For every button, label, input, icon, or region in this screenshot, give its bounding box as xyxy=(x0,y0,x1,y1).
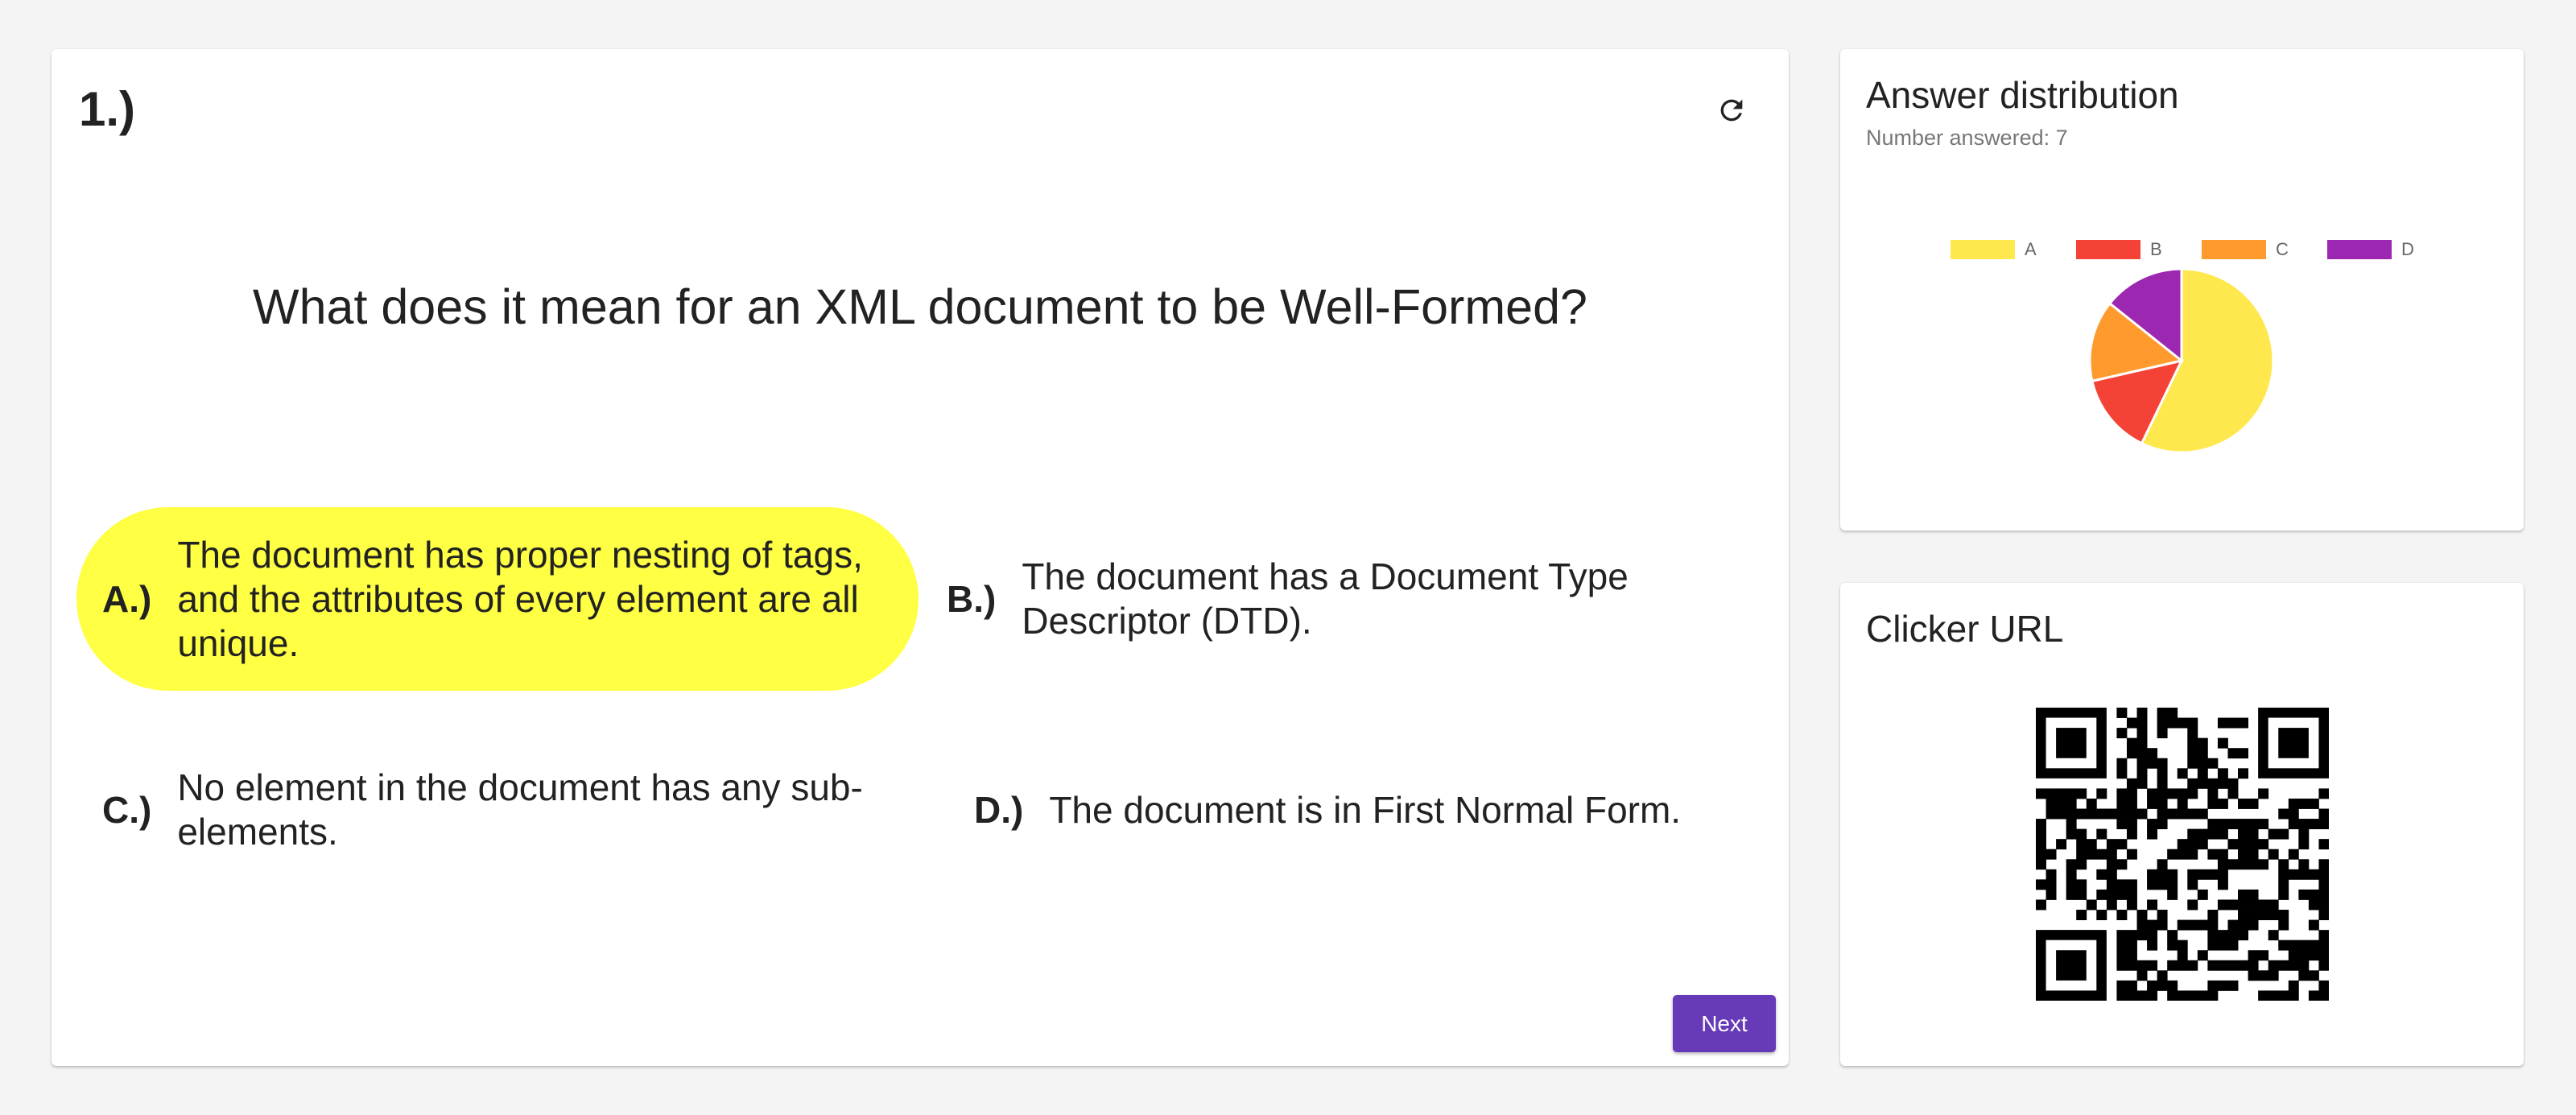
option-text: The document is in First Normal Form. xyxy=(1049,788,1682,831)
question-number: 1.) xyxy=(79,82,136,136)
answer-option-b[interactable]: B.) The document has a Document Type Des… xyxy=(947,507,1752,691)
clicker-url-card: Clicker URL xyxy=(1840,583,2524,1066)
pie-chart: A B C D xyxy=(1951,239,2414,454)
clicker-url-title: Clicker URL xyxy=(1866,608,2064,650)
legend-label-c: C xyxy=(2276,239,2289,259)
next-button[interactable]: Next xyxy=(1673,995,1776,1052)
legend-swatch-a[interactable] xyxy=(1951,240,2015,259)
option-letter: B.) xyxy=(947,578,997,620)
legend-label-a: A xyxy=(2025,239,2037,259)
refresh-icon xyxy=(1720,99,1743,122)
answer-option-d[interactable]: D.) The document is in First Normal Form… xyxy=(974,717,1779,902)
option-text: The document has proper nesting of tags,… xyxy=(177,533,863,664)
option-letter: A.) xyxy=(102,578,152,620)
legend-swatch-c[interactable] xyxy=(2202,240,2266,259)
legend-swatch-d[interactable] xyxy=(2327,240,2392,259)
option-letter: C.) xyxy=(102,789,152,831)
legend-label-b: B xyxy=(2150,239,2162,259)
answer-option-c[interactable]: C.) No element in the document has any s… xyxy=(102,717,907,902)
option-text: The document has a Document Type Descrip… xyxy=(1022,555,1629,642)
answer-option-a[interactable]: A.) The document has proper nesting of t… xyxy=(76,507,919,691)
question-text: What does it mean for an XML document to… xyxy=(253,279,1587,334)
option-letter: D.) xyxy=(974,789,1024,831)
answer-distribution-card: Answer distribution Number answered: 7 A… xyxy=(1840,49,2524,531)
legend-label-d: D xyxy=(2401,239,2414,259)
question-card: 1.) What does it mean for an XML documen… xyxy=(52,49,1789,1066)
qr-code xyxy=(2036,708,2329,1001)
legend-swatch-b[interactable] xyxy=(2076,240,2140,259)
option-text: No element in the document has any sub-e… xyxy=(177,766,863,853)
refresh-button[interactable] xyxy=(1707,86,1756,134)
